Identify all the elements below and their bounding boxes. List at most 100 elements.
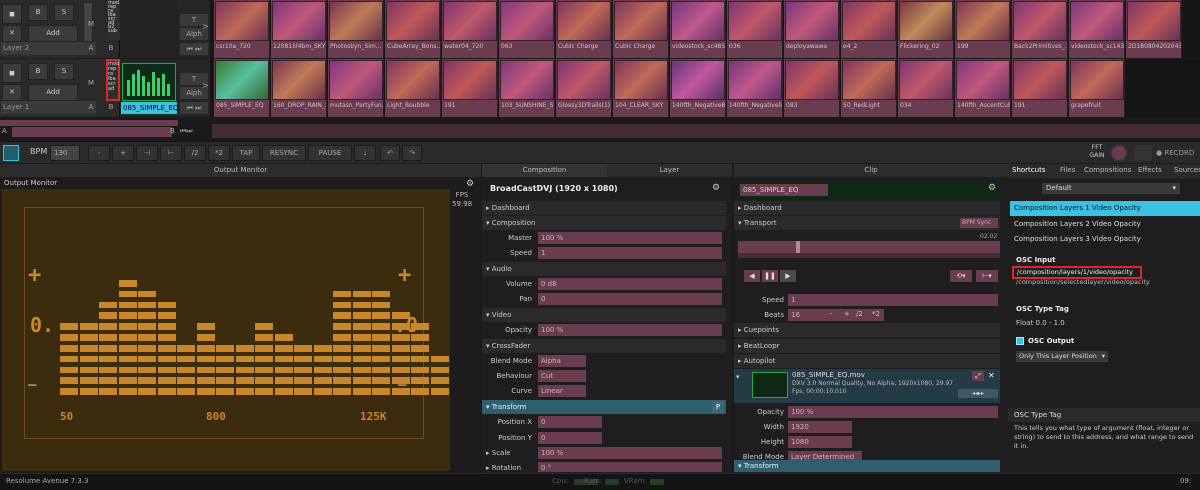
tab-sources[interactable]: Sources [1174, 166, 1200, 174]
file-collapse-icon[interactable]: ▾ [736, 373, 740, 381]
layer-name[interactable]: Layer 1 [1, 101, 96, 114]
beats-plus[interactable]: + [844, 310, 850, 318]
clip-slot[interactable]: water04_720 [442, 0, 498, 58]
beats-input[interactable]: 16 [788, 309, 884, 321]
bpm-input[interactable]: 130 [50, 145, 80, 161]
clip-slot[interactable]: 104_CLEAR_SKY [613, 59, 669, 117]
skip-buttons[interactable]: ⏮ ⏭ [180, 102, 208, 114]
section-beatloopr[interactable]: ▸ BeatLoopr [734, 339, 1000, 353]
blend-add-select[interactable]: Add [28, 84, 78, 101]
clip-slot[interactable]: 034 [898, 59, 954, 117]
position-x-input[interactable]: 0 [538, 416, 602, 428]
x-button[interactable]: ✕ [2, 84, 22, 101]
behaviour-select[interactable]: Cut [538, 370, 586, 382]
layer-arrow-icon[interactable]: > [202, 22, 209, 31]
crossfade-a[interactable]: A [86, 101, 96, 114]
clip-opacity-slider[interactable]: 100 % [788, 406, 998, 418]
speed-slider[interactable]: 1 [538, 247, 722, 259]
column-slider[interactable] [12, 127, 172, 137]
clip-width-input[interactable]: 1920 [788, 421, 852, 433]
clip-slot[interactable]: Photosbyn_Sim... [328, 0, 384, 58]
beats-half[interactable]: /2 [856, 310, 863, 318]
bpm-plus[interactable]: + [112, 145, 134, 161]
section-scale[interactable]: ▸ Scale [482, 446, 542, 460]
section-audio[interactable]: ▾ Audio [482, 262, 726, 276]
position-y-input[interactable]: 0 [538, 432, 602, 444]
sync-icon[interactable] [3, 145, 19, 161]
clip-slot[interactable]: 140fth_NegativeB... [670, 59, 726, 117]
crossfade-b[interactable]: B [106, 42, 116, 55]
clip-slot[interactable]: 063 [499, 0, 555, 58]
clip-slot[interactable]: 140fth_AscentCube [955, 59, 1011, 117]
tab-files[interactable]: Files [1060, 166, 1075, 174]
gear-icon[interactable]: ⚙ [712, 183, 720, 193]
clip-section-transform[interactable]: ▾ Transform [734, 460, 1000, 472]
tab-layer[interactable]: Layer [607, 164, 732, 177]
layer-name[interactable]: Layer 2 [1, 42, 96, 55]
column-b[interactable]: B [170, 127, 175, 135]
bpm-minus[interactable]: - [88, 145, 110, 161]
column-a[interactable]: A [2, 127, 12, 135]
record-button[interactable]: ● RECORD [1156, 145, 1200, 161]
beats-double[interactable]: *2 [872, 310, 880, 318]
section-dashboard[interactable]: ▸ Dashboard [482, 201, 726, 215]
close-icon[interactable]: ✕ [988, 371, 995, 380]
section-video[interactable]: ▾ Video [482, 308, 726, 322]
clip-slot[interactable]: Light_Boubble [385, 59, 441, 117]
crossfade-a[interactable]: A [86, 42, 96, 55]
rotation-slider[interactable]: 0 ° [538, 462, 722, 472]
transform-p-button[interactable]: P [712, 401, 724, 413]
m-button[interactable]: M [86, 18, 96, 31]
undo-icon[interactable]: ↶ [380, 145, 400, 161]
tab-composition[interactable]: Composition [482, 164, 607, 177]
section-transform[interactable]: ▾ Transform [482, 400, 726, 414]
blend-mode-popup-highlighted[interactable]: mod rep ra lba scr ad [106, 59, 120, 101]
master-slider[interactable]: 100 % [538, 232, 722, 244]
tab-clip[interactable]: Clip [734, 164, 1008, 177]
redo-icon[interactable]: ↷ [402, 145, 422, 161]
layer-lock-button[interactable]: ◼ [2, 63, 22, 83]
play-back-button[interactable]: ◀ [744, 270, 760, 282]
blend-mode-popup[interactable]: mod rep ra lba scr ad b2 sub [108, 0, 120, 40]
timeline-playhead[interactable] [796, 241, 800, 253]
gear-icon[interactable]: ⚙ [466, 179, 474, 189]
scale-slider[interactable]: 100 % [538, 447, 722, 459]
opacity-slider[interactable]: 100 % [538, 324, 722, 336]
clip-speed-slider[interactable]: 1 [788, 294, 998, 306]
shortcut-item[interactable]: Composition Layers 2 Video Opacity [1010, 217, 1200, 232]
clip-slot[interactable]: 199 [955, 0, 1011, 58]
active-clip[interactable]: 085_SIMPLE_EQ [120, 59, 178, 117]
fft-gain-knob[interactable] [1110, 144, 1128, 162]
shortcut-item[interactable]: Composition Layers 1 Video Opacity [1010, 201, 1200, 216]
osc-output-checkbox[interactable] [1016, 337, 1024, 345]
tab-shortcuts[interactable]: Shortcuts [1012, 166, 1045, 174]
solo-button[interactable]: S [54, 63, 74, 80]
pan-slider[interactable]: 0 [538, 293, 722, 305]
osc-input-address-alt[interactable]: /composition/selectedlayer/video/opacity [1016, 278, 1150, 286]
expand-icon[interactable]: ⤢ [972, 371, 984, 381]
clip-height-input[interactable]: 1080 [788, 436, 852, 448]
volume-slider[interactable]: 0 dB [538, 278, 722, 290]
bypass-button[interactable]: B [28, 4, 48, 21]
half-button[interactable]: /2 [184, 145, 206, 161]
layer-lock-button[interactable]: ◼ [2, 4, 22, 24]
clip-slot[interactable]: Back2Primitives_... [1012, 0, 1068, 58]
x-button[interactable]: ✕ [2, 25, 22, 42]
m-button[interactable]: M [86, 77, 96, 90]
clip-slot[interactable]: deployawawa [784, 0, 840, 58]
double-button[interactable]: *2 [208, 145, 230, 161]
gear-icon[interactable]: ⚙ [988, 183, 996, 193]
tab-compositions[interactable]: Compositions [1084, 166, 1131, 174]
metronome-icon[interactable]: ♩ [354, 145, 376, 161]
clip-slot[interactable]: 120815l4bm_SKY [271, 0, 327, 58]
loop-mode-icon[interactable]: ⟲▾ [950, 270, 972, 282]
curve-select[interactable]: Linear [538, 385, 586, 397]
section-composition[interactable]: ▾ Composition [482, 216, 726, 230]
clip-slot[interactable]: 191 [1012, 59, 1068, 117]
shortcut-item[interactable]: Composition Layers 3 Video Opacity [1010, 232, 1200, 247]
clip-slot[interactable]: 50_RedLight [841, 59, 897, 117]
tab-effects[interactable]: Effects [1138, 166, 1162, 174]
osc-output-select[interactable]: Only This Layer Position ▾ [1016, 351, 1108, 362]
pause-button[interactable]: PAUSE [308, 145, 352, 161]
clip-name-input[interactable]: 085_SIMPLE_EQ [740, 184, 828, 196]
